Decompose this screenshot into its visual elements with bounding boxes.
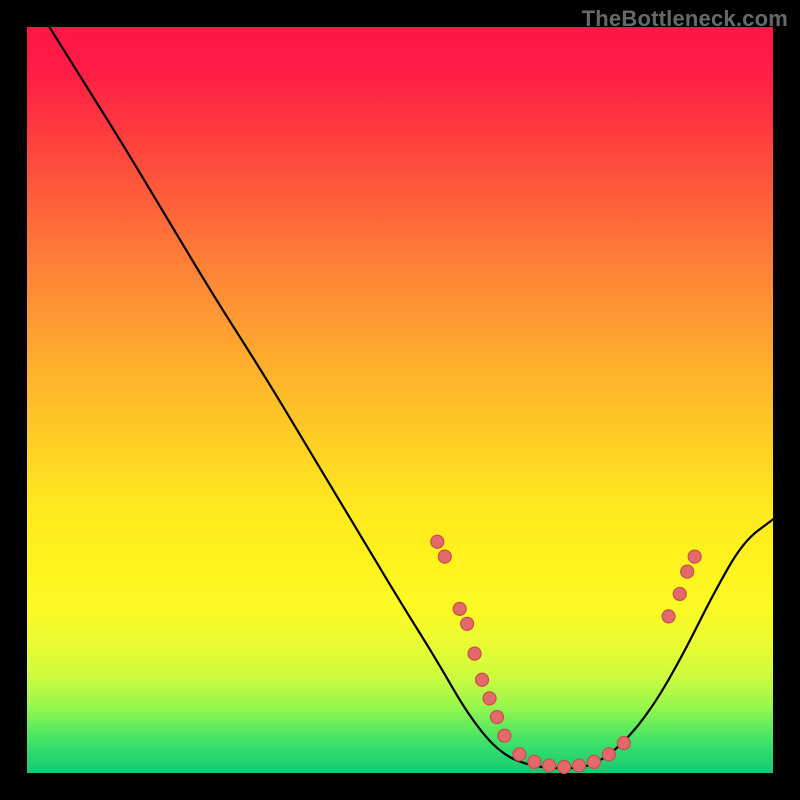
chart-svg: [27, 27, 773, 773]
data-marker: [587, 755, 600, 768]
data-markers: [431, 535, 701, 773]
data-marker: [483, 692, 496, 705]
data-marker: [688, 550, 701, 563]
data-marker: [602, 748, 615, 761]
data-marker: [498, 729, 511, 742]
data-marker: [453, 602, 466, 615]
data-marker: [461, 617, 474, 630]
data-marker: [431, 535, 444, 548]
data-marker: [468, 647, 481, 660]
data-marker: [681, 565, 694, 578]
data-marker: [662, 610, 675, 623]
data-marker: [476, 673, 489, 686]
data-marker: [528, 755, 541, 768]
bottleneck-curve: [49, 27, 773, 768]
data-marker: [558, 761, 571, 774]
data-marker: [543, 759, 556, 772]
data-marker: [617, 737, 630, 750]
data-marker: [490, 711, 503, 724]
watermark-text: TheBottleneck.com: [582, 6, 788, 32]
data-marker: [673, 587, 686, 600]
data-marker: [438, 550, 451, 563]
data-marker: [573, 759, 586, 772]
data-marker: [513, 748, 526, 761]
